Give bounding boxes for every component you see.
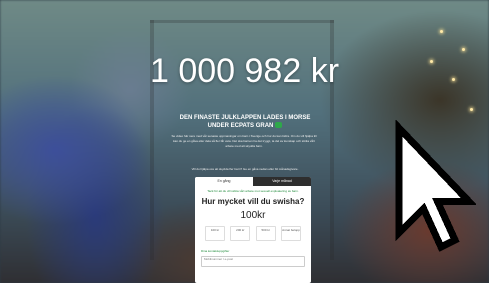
light-sparkle (462, 48, 465, 51)
amount-option-other[interactable]: Annat belopp (280, 226, 301, 241)
donation-card: En gång Varje månad Tack för att du vill… (195, 177, 311, 283)
amount-option-200[interactable]: 200 kr (230, 226, 251, 241)
window-frame-top (150, 20, 334, 23)
donation-note: Vill du hjälpa oss att skydda fler barn?… (191, 167, 299, 171)
headline-line-2-text: UNDER ECPATS GRAN (207, 123, 274, 129)
headline-line-2: UNDER ECPATS GRAN (140, 122, 350, 130)
amount-option-500[interactable]: 500 kr (255, 226, 276, 241)
tab-monthly[interactable]: Varje månad (253, 177, 311, 186)
selected-amount[interactable]: 100kr (195, 210, 311, 221)
arrow-cursor-icon (395, 120, 476, 252)
amount-options: 100 kr 200 kr 500 kr Annat belopp (195, 226, 311, 241)
tab-one-time[interactable]: En gång (195, 177, 253, 186)
card-info-text: Tack för att du vill stötta vårt arbete … (207, 189, 299, 193)
donation-counter: 1 000 982 kr (149, 52, 340, 90)
heart-icon (275, 122, 283, 129)
headline-line-1: DEN FINASTE JULKLAPPEN LADES I MORSE (179, 115, 311, 121)
contact-input[interactable]: Mobilnummer / e-post (201, 256, 305, 267)
campaign-description: Se video här nere med vår senaste uppman… (171, 134, 317, 148)
donation-tabs: En gång Varje månad (195, 177, 311, 186)
campaign-headline: DEN FINASTE JULKLAPPEN LADES I MORSE UND… (140, 114, 350, 130)
amount-option-100[interactable]: 100 kr (205, 226, 225, 241)
amount-question: Hur mycket vill du swisha? (201, 197, 305, 206)
contact-section-label: Dina kontaktuppgifter (201, 249, 230, 253)
light-sparkle (440, 30, 443, 33)
light-sparkle (470, 108, 473, 111)
